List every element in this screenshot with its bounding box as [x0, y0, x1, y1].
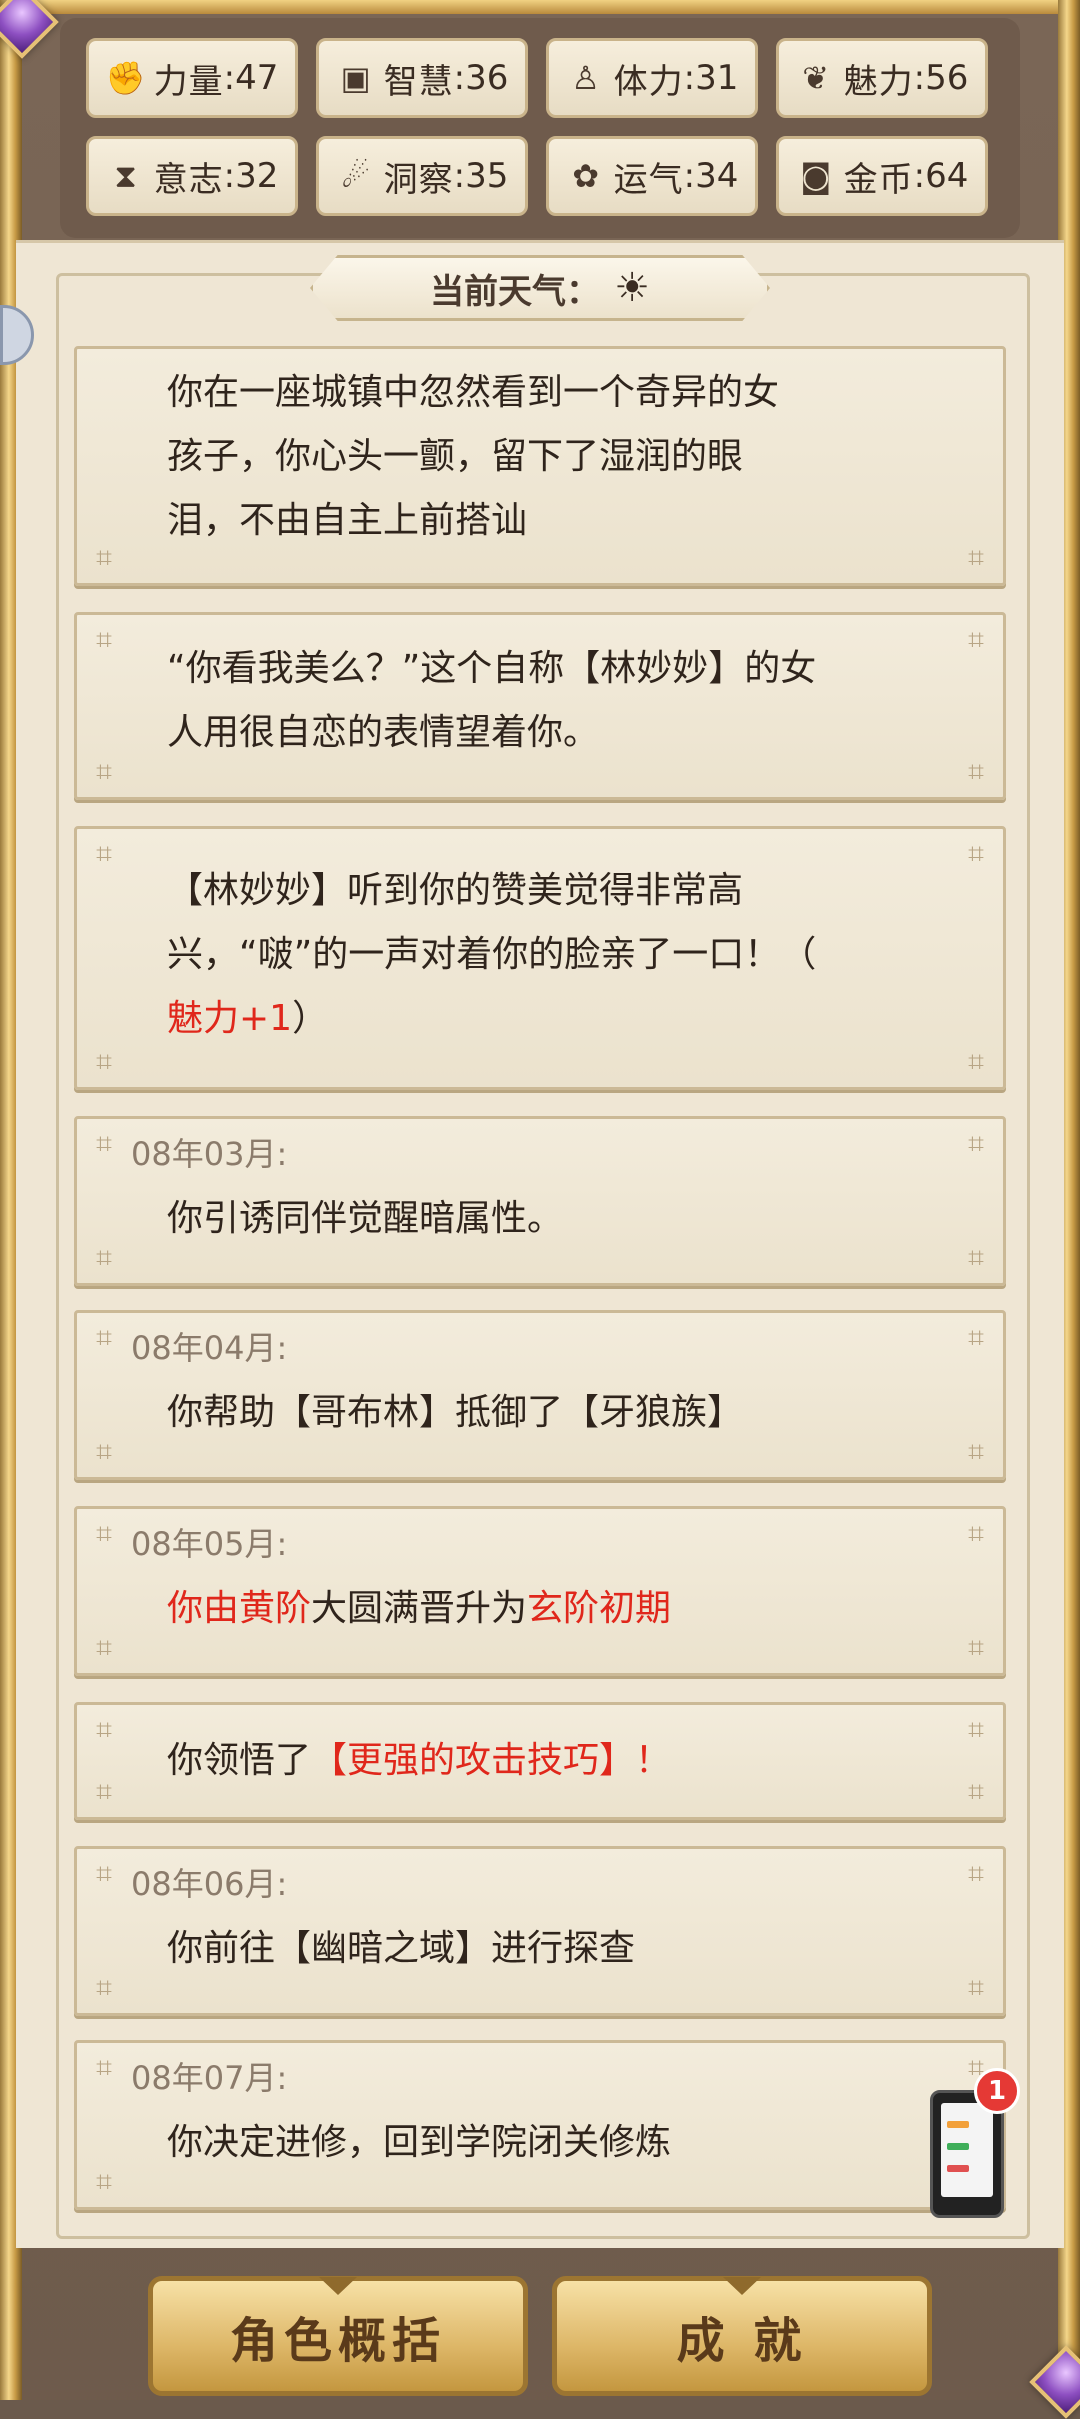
- insight-icon: ☄: [341, 157, 370, 195]
- event-card: ⌗ ⌗ ⌗ ⌗ 08年04月: 你帮助【哥布林】抵御了【牙狼族】: [74, 1310, 1006, 1480]
- ornament-icon: ⌗: [968, 1435, 984, 1468]
- event-card: ⌗ ⌗ 你在一座城镇中忽然看到一个奇异的女 孩子，你心头一颤，留下了湿润的眼 泪…: [74, 346, 1006, 586]
- stat-coin: ◙ 金币:64: [776, 136, 988, 216]
- event-card: ⌗ ⌗ ⌗ ⌗ 08年03月: 你引诱同伴觉醒暗属性。: [74, 1116, 1006, 1286]
- ornament-icon: ⌗: [96, 1127, 112, 1160]
- stat-will: ⧗ 意志:32: [86, 136, 298, 216]
- character-overview-button[interactable]: 角色概括: [148, 2276, 528, 2396]
- coin-icon: ◙: [800, 157, 832, 195]
- event-card: ⌗ ⌗ ⌗ ⌗ 你领悟了【更强的攻击技巧】！: [74, 1702, 1006, 1820]
- achievements-button[interactable]: 成 就: [552, 2276, 932, 2396]
- event-text: 人用很自恋的表情望着你。: [167, 712, 600, 753]
- event-text: 你前往【幽暗之域】进行探查: [167, 1928, 636, 1969]
- ornament-icon: ⌗: [96, 1517, 112, 1550]
- event-text: 你决定进修，回到学院闭关修炼: [167, 2122, 672, 2163]
- event-card: ⌗ ⌗ ⌗ ⌗ “你看我美么？”这个自称【林妙妙】的女 人用很自恋的表情望着你。: [74, 612, 1006, 800]
- ornament-icon: ⌗: [968, 1971, 984, 2004]
- event-card: ⌗ ⌗ ⌗ ⌗ 08年07月: 你决定进修，回到学院闭关修炼: [74, 2040, 1006, 2210]
- stamina-icon: ♙: [571, 59, 600, 97]
- ornament-icon: ⌗: [968, 541, 984, 574]
- ornament-icon: ⌗: [96, 1775, 112, 1808]
- ornament-icon: ⌗: [96, 2051, 112, 2084]
- ornament-icon: ⌗: [96, 837, 112, 870]
- event-text: 【林妙妙】听到你的赞美觉得非常高: [167, 870, 744, 911]
- event-text: 魅力+1）: [167, 998, 329, 1039]
- event-text: “你看我美么？”这个自称【林妙妙】的女: [167, 648, 817, 689]
- sun-icon: ☀: [614, 265, 650, 311]
- event-date: 08年05月:: [131, 1525, 288, 1563]
- notification-badge: 1: [974, 2068, 1020, 2114]
- ornament-icon: ⌗: [968, 1241, 984, 1274]
- ornament-icon: ⌗: [968, 623, 984, 656]
- weather-banner: 当前天气： ☀: [310, 255, 770, 321]
- event-date: 08年03月:: [131, 1135, 288, 1173]
- ornament-icon: ⌗: [96, 1241, 112, 1274]
- stat-wisdom: ▣ 智慧:36: [316, 38, 528, 118]
- frame-top-border: [0, 0, 1080, 14]
- ornament-icon: ⌗: [96, 541, 112, 574]
- ornament-icon: ⌗: [968, 1631, 984, 1664]
- ornament-icon: ⌗: [96, 1045, 112, 1078]
- ornament-icon: ⌗: [96, 1713, 112, 1746]
- ornament-icon: ⌗: [96, 755, 112, 788]
- event-date: 08年04月:: [131, 1329, 288, 1367]
- ornament-icon: ⌗: [96, 2165, 112, 2198]
- event-card: ⌗ ⌗ ⌗ ⌗ 【林妙妙】听到你的赞美觉得非常高 兴，“啵”的一声对着你的脸亲了…: [74, 826, 1006, 1090]
- ornament-icon: ⌗: [968, 1321, 984, 1354]
- event-text: 孩子，你心头一颤，留下了湿润的眼: [167, 436, 744, 477]
- event-text: 你领悟了【更强的攻击技巧】！: [167, 1740, 672, 1781]
- charm-icon: ❦: [802, 59, 830, 97]
- chevron-down-icon: [723, 2277, 761, 2295]
- luck-icon: ✿: [572, 157, 600, 195]
- event-text: 你帮助【哥布林】抵御了【牙狼族】: [167, 1392, 744, 1433]
- event-card: ⌗ ⌗ ⌗ ⌗ 08年06月: 你前往【幽暗之域】进行探查: [74, 1846, 1006, 2016]
- strength-icon: ✊: [105, 59, 146, 97]
- will-icon: ⧗: [114, 156, 137, 195]
- ornament-icon: ⌗: [96, 1857, 112, 1890]
- stat-strength: ✊ 力量:47: [86, 38, 298, 118]
- ornament-icon: ⌗: [96, 1435, 112, 1468]
- ornament-icon: ⌗: [968, 1713, 984, 1746]
- ornament-icon: ⌗: [968, 755, 984, 788]
- stat-luck: ✿ 运气:34: [546, 136, 758, 216]
- ornament-icon: ⌗: [968, 1857, 984, 1890]
- event-text: 你由黄阶大圆满晋升为玄阶初期: [167, 1588, 672, 1629]
- event-date: 08年06月:: [131, 1865, 288, 1903]
- event-card: ⌗ ⌗ ⌗ ⌗ 08年05月: 你由黄阶大圆满晋升为玄阶初期: [74, 1506, 1006, 1676]
- ornament-icon: ⌗: [968, 1127, 984, 1160]
- ornament-icon: ⌗: [96, 1971, 112, 2004]
- ornament-icon: ⌗: [96, 1321, 112, 1354]
- event-date: 08年07月:: [131, 2059, 288, 2097]
- stat-stamina: ♙ 体力:31: [546, 38, 758, 118]
- phone-screen: [941, 2103, 993, 2197]
- ornament-icon: ⌗: [96, 1631, 112, 1664]
- wisdom-icon: ▣: [340, 59, 371, 97]
- event-text: 泪，不由自主上前搭讪: [167, 500, 528, 541]
- stat-charm: ❦ 魅力:56: [776, 38, 988, 118]
- event-text: 你引诱同伴觉醒暗属性。: [167, 1198, 564, 1239]
- stat-insight: ☄ 洞察:35: [316, 136, 528, 216]
- event-text: 你在一座城镇中忽然看到一个奇异的女: [167, 372, 780, 413]
- ornament-icon: ⌗: [968, 1775, 984, 1808]
- weather-label: 当前天气：: [430, 271, 601, 312]
- chevron-down-icon: [319, 2277, 357, 2295]
- ornament-icon: ⌗: [968, 1517, 984, 1550]
- charm-bonus: 魅力+1: [167, 998, 293, 1039]
- event-text: 兴，“啵”的一声对着你的脸亲了一口！（: [167, 934, 817, 975]
- ornament-icon: ⌗: [96, 623, 112, 656]
